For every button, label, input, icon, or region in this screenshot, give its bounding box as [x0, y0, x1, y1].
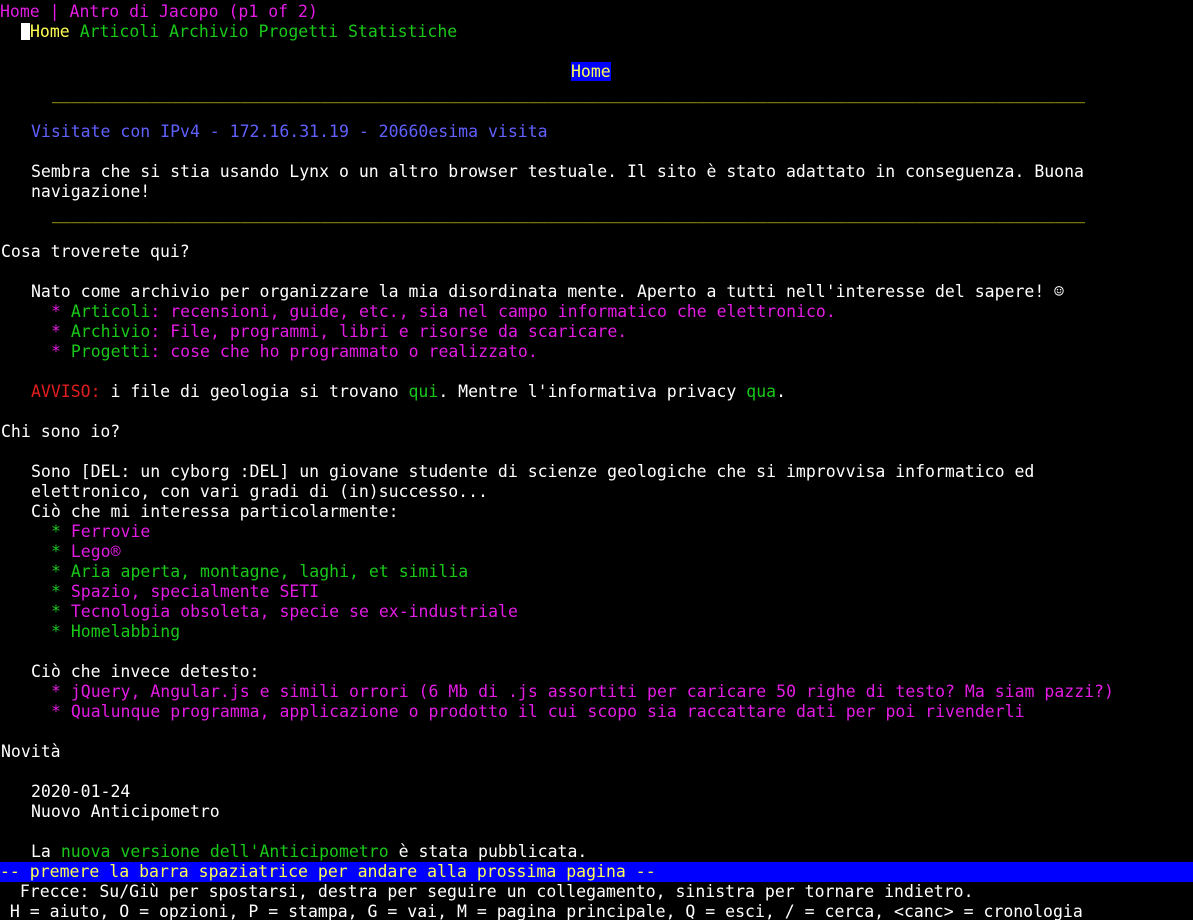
bullet: *	[51, 302, 61, 321]
divider-top: ________________________________________…	[52, 84, 1086, 103]
like-homelabbing[interactable]: Homelabbing	[71, 622, 180, 641]
section-heading-novita: Novità	[1, 742, 61, 761]
like-aria-aperta[interactable]: Aria aperta, montagne, laghi, et similia	[71, 562, 468, 581]
news-text: La	[31, 842, 61, 861]
news-title: Nuovo Anticipometro	[31, 802, 220, 821]
nav-progetti[interactable]: Progetti	[259, 22, 338, 41]
dislike-item: Qualunque programma, applicazione o prod…	[70, 702, 1025, 721]
item-desc: : File, programmi, libri e risorse da sc…	[150, 322, 628, 341]
list-item: * jQuery, Angular.js e simili orrori (6 …	[51, 682, 1114, 702]
list-item: * Qualunque programma, applicazione o pr…	[51, 702, 1025, 722]
text-cursor	[21, 23, 30, 40]
list-item: * Homelabbing	[51, 622, 180, 642]
divider-bottom: ________________________________________…	[52, 204, 1086, 223]
bullet: *	[51, 602, 61, 621]
link-archivio[interactable]: Archivio	[71, 322, 150, 341]
bullet: *	[51, 342, 61, 361]
link-progetti[interactable]: Progetti	[71, 342, 150, 361]
visit-counter: Visitate con IPv4 - 172.16.31.19 - 20660…	[31, 122, 548, 141]
like-tecnologia[interactable]: Tecnologia obsoleta, specie se ex-indust…	[71, 602, 518, 621]
list-item: * Lego®	[51, 542, 121, 562]
link-privacy[interactable]: qua	[746, 382, 776, 401]
item-desc: : recensioni, guide, etc., sia nel campo…	[150, 302, 836, 321]
list-item: * Ferrovie	[51, 522, 150, 542]
item-desc: : cose che ho programmato o realizzato.	[150, 342, 538, 361]
section-intro: Nato come archivio per organizzare la mi…	[31, 282, 1065, 301]
bullet: *	[51, 562, 61, 581]
nav-archivio[interactable]: Archivio	[169, 22, 248, 41]
bio-line-1: Sono [DEL: un cyborg :DEL] un giovane st…	[31, 462, 1035, 481]
lynx-notice-line-2: navigazione!	[31, 182, 151, 201]
news-text: è stata pubblicata.	[388, 842, 588, 861]
news-body: La nuova versione dell'Anticipometro è s…	[31, 842, 587, 862]
likes-heading: Ciò che mi interessa particolarmente:	[31, 502, 399, 521]
notice-line: AVVISO: i file di geologia si trovano qu…	[31, 382, 786, 402]
like-spazio[interactable]: Spazio, specialmente SETI	[71, 582, 319, 601]
bullet: *	[51, 542, 61, 561]
help-line-2: H = aiuto, O = opzioni, P = stampa, G = …	[0, 902, 1083, 920]
notice-text: . Mentre l'informativa privacy	[438, 382, 747, 401]
nav-statistiche[interactable]: Statistiche	[348, 22, 457, 41]
nav-home[interactable]: Home	[30, 22, 70, 41]
help-line-1: Frecce: Su/Giù per spostarsi, destra per…	[0, 882, 974, 901]
bullet: *	[51, 522, 61, 541]
bullet: *	[51, 622, 61, 641]
like-ferrovie[interactable]: Ferrovie	[71, 522, 150, 541]
section-heading-chi: Chi sono io?	[1, 422, 121, 441]
top-nav: Home Articoli Archivio Progetti Statisti…	[21, 22, 457, 42]
lynx-notice-line-1: Sembra che si stia usando Lynx o un altr…	[31, 162, 1084, 181]
notice-text: .	[776, 382, 787, 401]
bio-line-2: elettronico, con vari gradi di (in)succe…	[31, 482, 488, 501]
list-item: * Articoli: recensioni, guide, etc., sia…	[51, 302, 836, 322]
list-item: * Aria aperta, montagne, laghi, et simil…	[51, 562, 468, 582]
bullet: *	[51, 702, 61, 721]
dislike-item: jQuery, Angular.js e simili orrori (6 Mb…	[70, 682, 1114, 701]
page-title: Home	[571, 62, 611, 81]
notice-label: AVVISO:	[31, 382, 101, 401]
section-heading-cosa: Cosa troverete qui?	[1, 242, 190, 261]
bullet: *	[51, 582, 61, 601]
link-anticipometro[interactable]: nuova versione dell'Anticipometro	[61, 842, 389, 861]
bullet: *	[51, 322, 61, 341]
bullet: *	[51, 682, 61, 701]
window-title: Home | Antro di Jacopo (p1 of 2)	[0, 2, 318, 21]
news-date: 2020-01-24	[31, 782, 131, 801]
notice-text: i file di geologia si trovano	[100, 382, 409, 401]
status-bar: -- premere la barra spaziatrice per anda…	[0, 862, 1193, 882]
list-item: * Spazio, specialmente SETI	[51, 582, 319, 602]
list-item: * Tecnologia obsoleta, specie se ex-indu…	[51, 602, 518, 622]
link-geologia[interactable]: qui	[409, 382, 439, 401]
page-title-wrap: Home	[571, 62, 611, 82]
dislikes-heading: Ciò che invece detesto:	[31, 662, 260, 681]
list-item: * Archivio: File, programmi, libri e ris…	[51, 322, 627, 342]
link-articoli[interactable]: Articoli	[71, 302, 150, 321]
nav-articoli[interactable]: Articoli	[80, 22, 159, 41]
list-item: * Progetti: cose che ho programmato o re…	[51, 342, 538, 362]
like-lego[interactable]: Lego®	[71, 542, 121, 561]
